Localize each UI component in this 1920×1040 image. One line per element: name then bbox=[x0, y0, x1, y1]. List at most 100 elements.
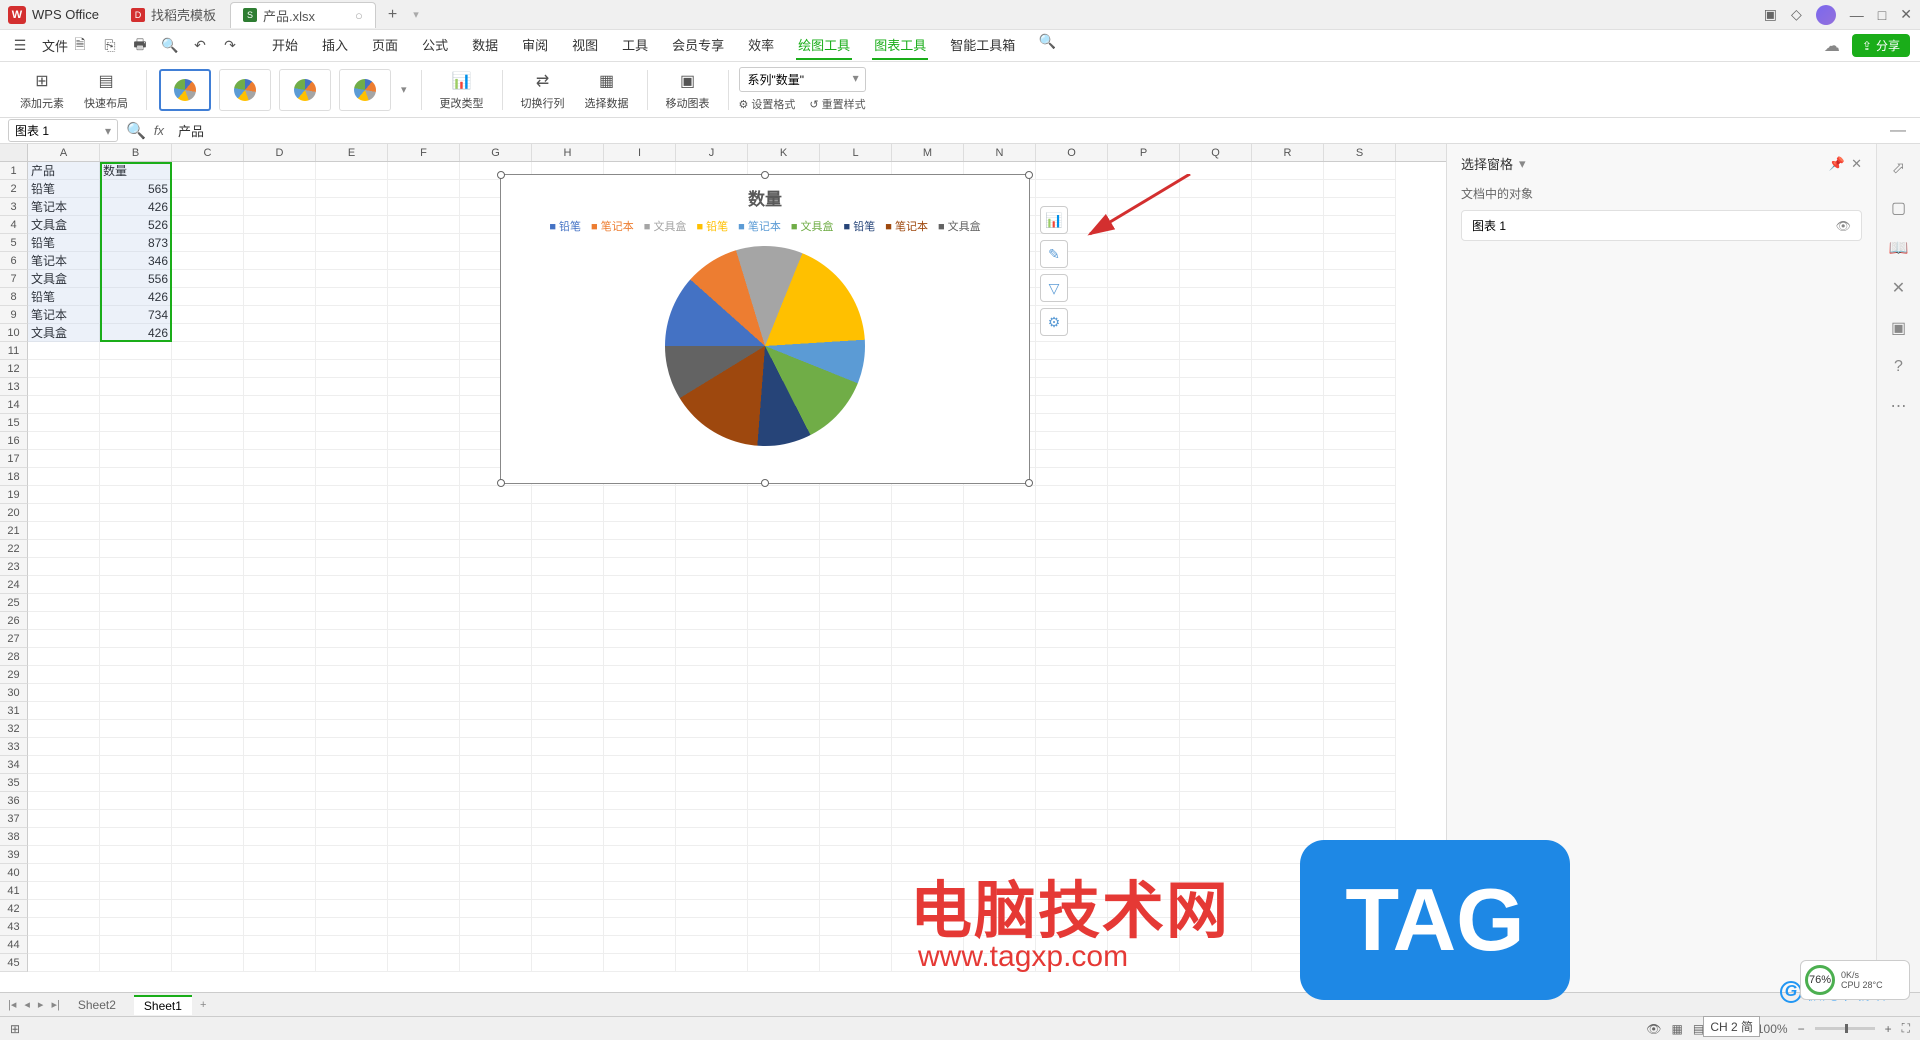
add-tab-button[interactable]: + bbox=[378, 6, 407, 24]
cell[interactable] bbox=[100, 666, 172, 684]
cell[interactable] bbox=[1324, 684, 1396, 702]
cell[interactable] bbox=[316, 738, 388, 756]
menu-start[interactable]: 开始 bbox=[270, 31, 300, 60]
cell[interactable] bbox=[244, 774, 316, 792]
cell[interactable] bbox=[1252, 630, 1324, 648]
cell[interactable] bbox=[1252, 162, 1324, 180]
column-header[interactable]: Q bbox=[1180, 144, 1252, 161]
cell[interactable] bbox=[604, 810, 676, 828]
row-header[interactable]: 25 bbox=[0, 594, 28, 612]
cell[interactable] bbox=[244, 324, 316, 342]
cell[interactable]: 556 bbox=[100, 270, 172, 288]
cell[interactable] bbox=[1036, 792, 1108, 810]
cell[interactable] bbox=[1108, 180, 1180, 198]
legend-item[interactable]: 笔记本 bbox=[885, 218, 928, 234]
cell[interactable] bbox=[388, 684, 460, 702]
cell[interactable] bbox=[388, 702, 460, 720]
switch-row-col-button[interactable]: ⇄ 切换行列 bbox=[513, 69, 573, 111]
cell[interactable] bbox=[244, 360, 316, 378]
cell[interactable] bbox=[100, 630, 172, 648]
cell[interactable] bbox=[1180, 954, 1252, 972]
cell[interactable] bbox=[1324, 414, 1396, 432]
cell[interactable] bbox=[1324, 900, 1396, 918]
cell[interactable] bbox=[172, 504, 244, 522]
close-icon[interactable]: ✕ bbox=[1900, 6, 1912, 23]
menu-data[interactable]: 数据 bbox=[470, 31, 500, 60]
cell[interactable] bbox=[1252, 234, 1324, 252]
cell[interactable] bbox=[1036, 180, 1108, 198]
cell[interactable] bbox=[1180, 882, 1252, 900]
cell[interactable] bbox=[532, 864, 604, 882]
cell[interactable] bbox=[388, 324, 460, 342]
cell[interactable] bbox=[748, 738, 820, 756]
cell[interactable] bbox=[1180, 576, 1252, 594]
cell[interactable] bbox=[172, 882, 244, 900]
cell[interactable] bbox=[316, 594, 388, 612]
column-header[interactable]: S bbox=[1324, 144, 1396, 161]
cell[interactable]: 笔记本 bbox=[28, 252, 100, 270]
cell[interactable] bbox=[172, 234, 244, 252]
cell[interactable] bbox=[748, 612, 820, 630]
menu-file[interactable]: 文件 bbox=[40, 32, 70, 59]
cell[interactable] bbox=[172, 720, 244, 738]
cell[interactable] bbox=[1180, 342, 1252, 360]
cell[interactable] bbox=[172, 324, 244, 342]
cell[interactable] bbox=[1036, 810, 1108, 828]
cell[interactable] bbox=[244, 918, 316, 936]
sheet-first-icon[interactable]: |◂ bbox=[8, 998, 16, 1011]
cell[interactable] bbox=[460, 594, 532, 612]
cell[interactable] bbox=[1036, 954, 1108, 972]
row-header[interactable]: 42 bbox=[0, 900, 28, 918]
cell[interactable] bbox=[388, 630, 460, 648]
cell[interactable] bbox=[28, 630, 100, 648]
cell[interactable] bbox=[820, 774, 892, 792]
cell[interactable] bbox=[1324, 648, 1396, 666]
cell[interactable] bbox=[1180, 936, 1252, 954]
cell[interactable] bbox=[172, 360, 244, 378]
cell[interactable] bbox=[964, 846, 1036, 864]
cell[interactable] bbox=[1108, 882, 1180, 900]
cell[interactable] bbox=[316, 774, 388, 792]
cell[interactable] bbox=[748, 522, 820, 540]
cell[interactable] bbox=[100, 360, 172, 378]
cell[interactable] bbox=[1324, 954, 1396, 972]
cell[interactable] bbox=[1108, 810, 1180, 828]
cell[interactable] bbox=[1108, 936, 1180, 954]
cell[interactable]: 数量 bbox=[100, 162, 172, 180]
cell[interactable] bbox=[460, 702, 532, 720]
object-list-item[interactable]: 图表 1 👁 bbox=[1461, 210, 1862, 241]
zoom-slider[interactable] bbox=[1815, 1027, 1875, 1030]
cell[interactable] bbox=[1252, 270, 1324, 288]
cell[interactable] bbox=[532, 720, 604, 738]
row-header[interactable]: 39 bbox=[0, 846, 28, 864]
legend-item[interactable]: 铅笔 bbox=[549, 218, 581, 234]
cell[interactable] bbox=[1324, 432, 1396, 450]
performance-widget[interactable]: 76% 0K/sCPU 28°C bbox=[1800, 960, 1910, 1000]
cell[interactable] bbox=[1252, 216, 1324, 234]
cell[interactable]: 笔记本 bbox=[28, 306, 100, 324]
cell[interactable] bbox=[388, 774, 460, 792]
cell[interactable] bbox=[964, 558, 1036, 576]
cell[interactable] bbox=[28, 648, 100, 666]
undo-icon[interactable]: ↶ bbox=[190, 36, 210, 56]
status-mode-icon[interactable]: ⊞ bbox=[10, 1022, 20, 1036]
cell[interactable] bbox=[28, 576, 100, 594]
cell[interactable] bbox=[172, 846, 244, 864]
row-header[interactable]: 6 bbox=[0, 252, 28, 270]
cell[interactable] bbox=[1036, 720, 1108, 738]
cell[interactable] bbox=[1252, 756, 1324, 774]
cell[interactable] bbox=[676, 594, 748, 612]
cell[interactable] bbox=[820, 702, 892, 720]
tab-menu-icon[interactable]: ○ bbox=[355, 8, 363, 23]
cell[interactable] bbox=[28, 486, 100, 504]
cell[interactable] bbox=[1252, 810, 1324, 828]
cell[interactable] bbox=[604, 594, 676, 612]
cell[interactable] bbox=[460, 774, 532, 792]
cell[interactable] bbox=[1252, 918, 1324, 936]
cell[interactable] bbox=[532, 648, 604, 666]
cell[interactable] bbox=[964, 504, 1036, 522]
cell[interactable] bbox=[244, 342, 316, 360]
cell[interactable] bbox=[964, 684, 1036, 702]
cell[interactable] bbox=[1036, 738, 1108, 756]
cell[interactable] bbox=[964, 810, 1036, 828]
